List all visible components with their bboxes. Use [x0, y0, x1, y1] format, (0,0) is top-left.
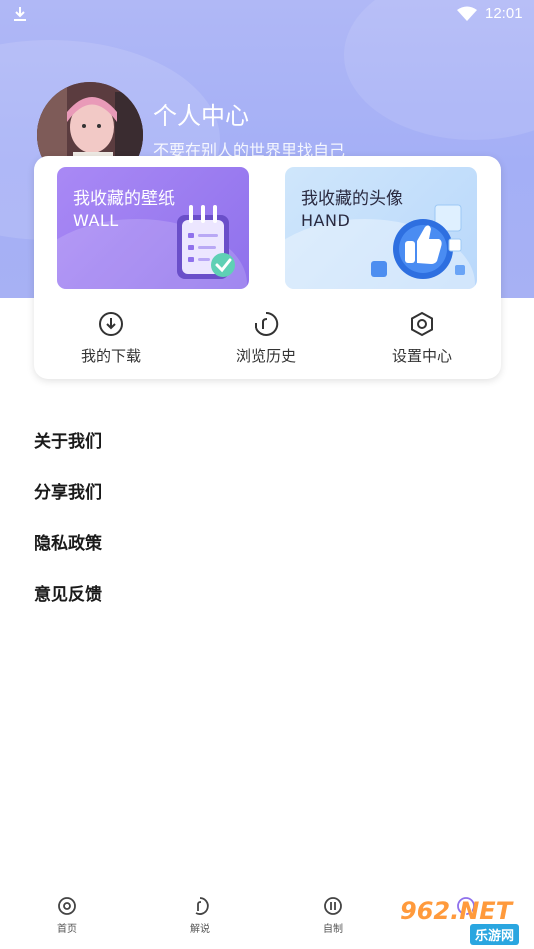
- download-circle-icon: [99, 312, 123, 336]
- page-title: 个人中心: [153, 102, 249, 130]
- settings-icon: [411, 311, 433, 337]
- browse-history-button[interactable]: 浏览历史: [206, 311, 326, 371]
- home-icon: [58, 897, 76, 915]
- my-downloads-button[interactable]: 我的下载: [51, 311, 171, 371]
- tile-title: 我收藏的壁纸: [73, 189, 175, 209]
- thumbs-up-icon: [371, 204, 465, 279]
- commentary-icon: [195, 897, 209, 915]
- tile-subtitle: HAND: [301, 211, 351, 230]
- quick-action-label: 我的下载: [80, 347, 141, 365]
- notepad-icon: [177, 205, 235, 279]
- watermark-logo: 962.NET 乐游网: [396, 897, 534, 945]
- favorite-wallpapers-tile[interactable]: 我收藏的壁纸 WALL: [57, 167, 249, 289]
- status-time: 12:01: [485, 5, 523, 22]
- create-icon: [324, 897, 342, 915]
- favorite-avatars-tile[interactable]: 我收藏的头像 HAND: [285, 167, 477, 289]
- tab-home[interactable]: 首页: [37, 896, 97, 935]
- tile-subtitle: WALL: [73, 211, 119, 230]
- tab-create[interactable]: 自制: [303, 896, 363, 935]
- watermark-subtext: 乐游网: [470, 924, 520, 945]
- history-icon: [255, 311, 279, 336]
- menu-item-feedback[interactable]: 意见反馈: [34, 583, 494, 634]
- quick-action-label: 浏览历史: [235, 347, 296, 365]
- download-icon: [14, 7, 26, 21]
- tab-commentary[interactable]: 解说: [170, 896, 230, 935]
- tab-label: 首页: [57, 924, 77, 935]
- quick-action-label: 设置中心: [391, 347, 452, 365]
- settings-menu: 关于我们 分享我们 隐私政策 意见反馈: [34, 430, 494, 634]
- settings-center-button[interactable]: 设置中心: [362, 311, 482, 371]
- favorites-card: 我收藏的壁纸 WALL 我收藏的头像 HAND 我的下载 浏览历史 设置中心: [34, 156, 501, 379]
- tab-label: 解说: [190, 924, 210, 935]
- menu-item-share[interactable]: 分享我们: [34, 481, 494, 532]
- menu-item-about[interactable]: 关于我们: [34, 430, 494, 481]
- tab-label: 自制: [323, 924, 343, 935]
- status-bar: 12:01: [0, 0, 534, 30]
- menu-item-privacy[interactable]: 隐私政策: [34, 532, 494, 583]
- wifi-icon: [457, 6, 477, 21]
- watermark-text: 962.NET: [400, 897, 513, 925]
